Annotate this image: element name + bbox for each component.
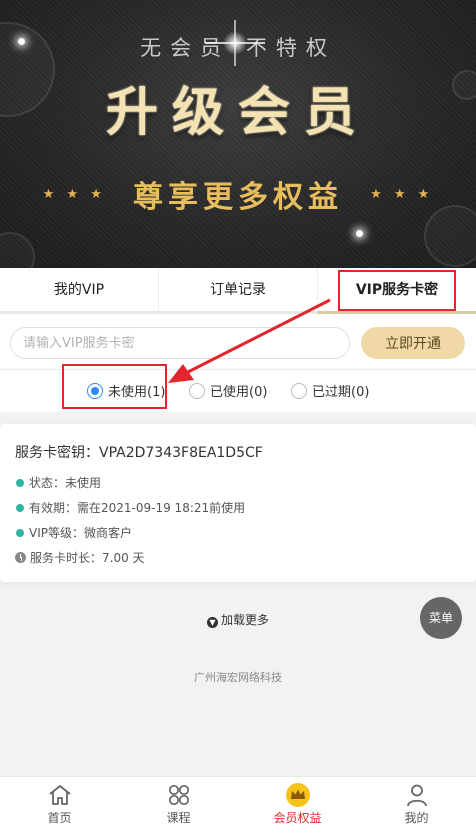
service-card: 服务卡密钥：VPA2D7343F8EA1D5CF 状态：未使用 有效期：需在20… (0, 424, 476, 582)
radio-icon (291, 382, 307, 399)
tab-order-records[interactable]: 订单记录 (158, 268, 317, 311)
card-key-line: 服务卡密钥：VPA2D7343F8EA1D5CF (15, 442, 263, 462)
card-status: 状态：未使用 (16, 474, 101, 491)
grid-icon (168, 784, 189, 806)
card-key-form: 立即开通 (0, 314, 476, 370)
banner-slogan: 无会员 不特权 (140, 36, 336, 60)
filter-expired[interactable]: 已过期(0) (291, 381, 369, 400)
radio-icon (189, 382, 205, 399)
load-more-link[interactable]: ▼ 加载更多 (0, 611, 476, 628)
tab-my-vip[interactable]: 我的VIP (0, 268, 158, 311)
banner-subtitle: 尊享更多权益 (133, 180, 343, 215)
user-icon (406, 784, 427, 807)
annotation-box (338, 270, 456, 311)
annotation-box (62, 364, 167, 409)
activate-now-button[interactable]: 立即开通 (361, 327, 465, 359)
bullet-dot-icon (16, 503, 24, 512)
stars-decoration: ★ ★ ★ (370, 186, 434, 202)
nav-mine-label: 我的 (404, 811, 429, 825)
card-level-text: VIP等级：微商客户 (29, 526, 132, 540)
card-validity: 有效期：需在2021-09-19 18:21前使用 (16, 499, 245, 516)
crown-icon (285, 783, 310, 807)
card-duration: 服务卡时长：7.00 天 (15, 549, 145, 566)
decor-bubble (0, 232, 35, 268)
nav-home[interactable]: 首页 (0, 777, 119, 828)
stars-decoration: ★ ★ ★ (42, 186, 106, 202)
bullet-dot-icon (16, 478, 24, 487)
home-icon (48, 785, 71, 805)
bullet-dot-icon (16, 528, 24, 537)
nav-courses-label: 课程 (166, 811, 191, 825)
bottom-nav: 首页 课程 会员权益 我的 (0, 776, 476, 828)
nav-member-benefits[interactable]: 会员权益 (238, 777, 357, 828)
arrow-down-circle-icon: ▼ (206, 617, 218, 628)
nav-member-benefits-label: 会员权益 (273, 811, 322, 825)
clock-icon (15, 552, 26, 563)
load-more-label: 加载更多 (220, 613, 269, 627)
filter-used[interactable]: 已使用(0) (189, 381, 267, 400)
card-status-text: 状态：未使用 (29, 476, 102, 490)
banner-title: 升级会员 (105, 83, 370, 143)
card-key-label: 服务卡密钥： (15, 445, 99, 461)
card-duration-text: 服务卡时长：7.00 天 (30, 551, 145, 565)
nav-mine[interactable]: 我的 (357, 777, 476, 828)
nav-home-label: 首页 (47, 811, 72, 825)
vip-banner: 无会员 不特权 升级会员 ★ ★ ★ 尊享更多权益 ★ ★ ★ (0, 0, 476, 268)
card-level: VIP等级：微商客户 (16, 524, 132, 541)
card-validity-text: 有效期：需在2021-09-19 18:21前使用 (29, 501, 246, 515)
banner-subtitle-row: ★ ★ ★ 尊享更多权益 ★ ★ ★ (0, 172, 476, 216)
nav-courses[interactable]: 课程 (119, 777, 238, 828)
sparkle-icon (356, 230, 363, 237)
company-footer: 广州海宏网络科技 (194, 671, 282, 684)
floating-menu-button[interactable]: 菜单 (420, 597, 462, 639)
filter-expired-label: 已过期(0) (312, 385, 370, 400)
card-key-input[interactable] (10, 327, 350, 359)
filter-used-label: 已使用(0) (210, 385, 268, 400)
card-key-value: VPA2D7343F8EA1D5CF (99, 445, 263, 461)
